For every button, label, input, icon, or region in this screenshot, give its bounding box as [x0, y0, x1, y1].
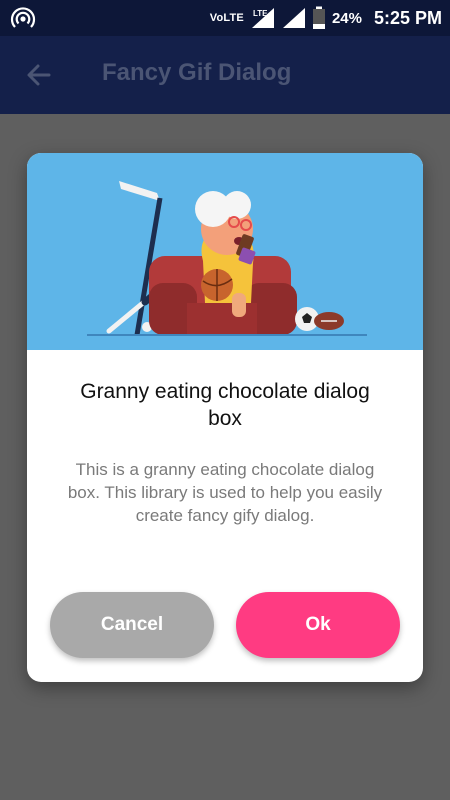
status-time: 5:25 PM: [373, 7, 442, 28]
page-title: Fancy Gif Dialog: [102, 59, 292, 86]
signal-icon: [282, 8, 305, 28]
battery-percentage: 24%: [331, 9, 362, 27]
granny-illustration-icon: [87, 181, 367, 336]
granny-eating-chocolate-illustration: [27, 153, 423, 350]
dialog-message: This is a granny eating chocolate dialog…: [67, 460, 383, 525]
ok-button[interactable]: Ok: [236, 592, 400, 658]
app-bar: Fancy Gif Dialog: [0, 36, 450, 114]
lte-signal-icon: LTE: [251, 8, 274, 28]
arrow-back-icon[interactable]: [25, 61, 53, 89]
status-bar: VoLTE LTE 24% 5:25 PM: [0, 0, 450, 36]
dialog-title: Granny eating chocolate dialog box: [80, 380, 370, 430]
battery-icon: [312, 6, 325, 29]
cancel-button[interactable]: Cancel: [50, 592, 214, 658]
dialog: Granny eating chocolate dialog box This …: [27, 153, 423, 682]
hotspot-icon: [10, 7, 36, 28]
volte-label: VoLTE: [209, 12, 244, 24]
svg-text:LTE: LTE: [253, 9, 268, 18]
